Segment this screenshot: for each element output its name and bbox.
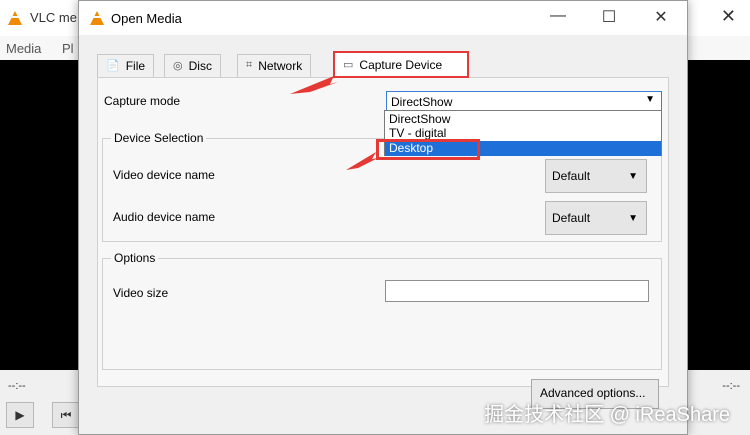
media-tabs: 📄 File ◎ Disc ⌗ Network ▭ Capture Device [97, 51, 677, 78]
video-size-label: Video size [113, 286, 169, 300]
audio-device-value: Default [552, 211, 591, 225]
dialog-title: Open Media [111, 11, 182, 26]
options-group: Options Video size [102, 251, 662, 370]
close-icon[interactable]: ✕ [646, 7, 676, 27]
elapsed-time: --:-- [8, 380, 26, 392]
dialog-title-bar: Open Media — ☐ ✕ [79, 1, 687, 35]
vlc-window-title: VLC me [30, 10, 77, 25]
annotation-arrow-desktop [346, 152, 378, 170]
maximize-icon[interactable]: ☐ [594, 7, 624, 27]
desktop-highlight-box [376, 139, 480, 160]
file-icon: 📄 [106, 60, 120, 72]
disc-icon: ◎ [173, 60, 183, 72]
play-button[interactable]: ▶ [6, 402, 34, 428]
tab-file[interactable]: 📄 File [97, 54, 155, 78]
vlc-cone-icon [8, 11, 22, 25]
audio-device-label: Audio device name [113, 210, 216, 224]
chevron-down-icon: ▼ [645, 94, 655, 105]
previous-icon: ⏮ [60, 407, 72, 422]
menu-playback[interactable]: Pl [62, 41, 74, 56]
device-selection-title: Device Selection [111, 131, 207, 145]
minimize-icon[interactable]: — [543, 7, 573, 25]
audio-device-select[interactable]: Default ▼ [545, 201, 647, 235]
tab-disc[interactable]: ◎ Disc [164, 54, 221, 78]
capture-mode-value: DirectShow [391, 95, 453, 109]
tab-label: File [125, 59, 146, 73]
capture-device-icon: ▭ [343, 59, 354, 71]
menu-media[interactable]: Media [6, 41, 41, 56]
capture-mode-label: Capture mode [104, 94, 181, 108]
options-title: Options [111, 251, 159, 265]
chevron-down-icon: ▼ [628, 213, 638, 224]
video-device-select[interactable]: Default ▼ [545, 159, 647, 193]
open-media-dialog: Open Media — ☐ ✕ 📄 File ◎ Disc ⌗ Network… [78, 0, 688, 435]
annotation-arrow-capture-tab [290, 76, 338, 94]
watermark: 掘金技术社区 @ iReaShare [484, 404, 730, 426]
video-device-label: Video device name [113, 168, 215, 182]
video-size-input[interactable] [385, 280, 649, 302]
tab-label: Disc [188, 59, 212, 73]
chevron-down-icon: ▼ [628, 171, 638, 182]
dropdown-option-directshow[interactable]: DirectShow [385, 112, 661, 127]
tab-label: Capture Device [359, 58, 443, 72]
previous-button[interactable]: ⏮ [52, 402, 80, 428]
network-icon: ⌗ [246, 59, 253, 71]
vlc-cone-icon [90, 11, 104, 25]
video-device-value: Default [552, 169, 591, 183]
tab-capture-device[interactable]: ▭ Capture Device [333, 51, 469, 78]
play-icon: ▶ [15, 408, 25, 422]
close-icon[interactable]: ✕ [721, 6, 736, 27]
remaining-time: --:-- [722, 380, 740, 392]
